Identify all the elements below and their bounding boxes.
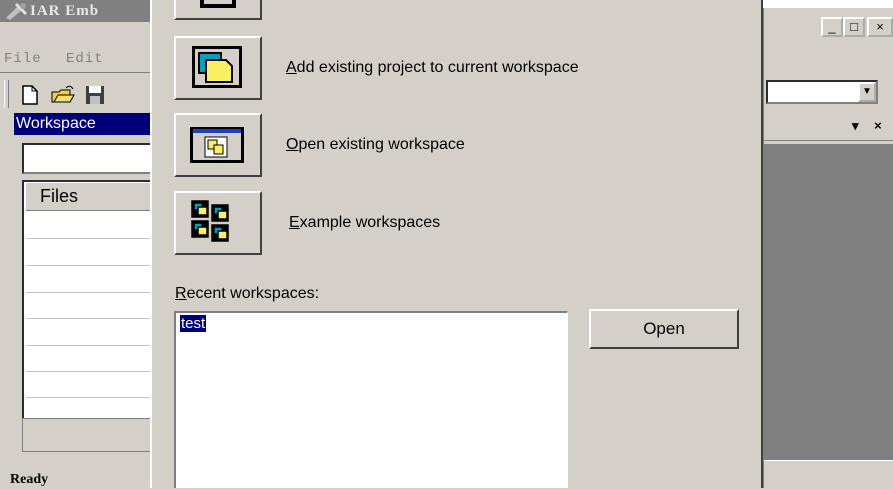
file-row-line <box>26 238 156 239</box>
recent-workspaces-list[interactable] <box>174 311 568 488</box>
open-workspace-label[interactable]: Open existing workspace <box>286 136 465 154</box>
add-project-label[interactable]: Add existing project to current workspac… <box>286 59 579 77</box>
open-workspace-button[interactable] <box>174 113 262 177</box>
file-row-line <box>26 345 156 346</box>
minimize-button[interactable]: _ <box>821 17 843 37</box>
example-workspaces-label[interactable]: Example workspaces <box>289 214 440 232</box>
example-workspaces-icon <box>191 200 229 242</box>
maximize-button[interactable]: □ <box>843 17 865 37</box>
recent-workspace-item[interactable]: test <box>178 314 208 333</box>
add-project-button[interactable] <box>174 36 262 100</box>
add-project-icon <box>192 46 242 88</box>
status-bar-text: Ready <box>10 472 49 487</box>
menu-edit[interactable]: Edit <box>66 51 104 67</box>
workspace-config-combo[interactable] <box>22 143 162 174</box>
workspace-pane-header: Workspace <box>14 113 156 135</box>
menu-file[interactable]: File <box>4 51 42 67</box>
new-file-icon[interactable] <box>20 84 40 106</box>
file-row-line <box>26 318 156 319</box>
open-workspace-icon <box>190 127 244 163</box>
ide-menubar-gap <box>0 22 150 48</box>
file-row-line <box>26 371 156 372</box>
save-icon[interactable] <box>84 84 106 106</box>
toolbar-grip <box>4 80 9 108</box>
close-button[interactable]: × <box>867 17 893 37</box>
ide-title-text: IAR Emb <box>30 3 100 19</box>
file-row-line <box>26 265 156 266</box>
menubar-divider <box>0 72 150 73</box>
create-project-button[interactable] <box>174 0 262 20</box>
recent-workspaces-label: Recent workspaces: <box>175 285 320 302</box>
editor-area <box>764 144 893 460</box>
chevron-down-icon[interactable]: ▼ <box>858 82 876 102</box>
workspace-files-panel <box>22 180 162 452</box>
files-horizontal-scrollbar[interactable] <box>22 418 162 452</box>
open-button[interactable]: Open <box>589 309 739 349</box>
example-workspaces-button[interactable] <box>174 191 262 255</box>
open-folder-icon[interactable] <box>50 84 76 106</box>
ide-right-status <box>764 460 893 489</box>
iar-app-icon <box>4 2 28 20</box>
ide-right-top-strip <box>763 0 893 8</box>
file-row-line <box>26 397 156 398</box>
pane-controls[interactable]: ▾ × <box>852 118 888 134</box>
file-row-line <box>26 292 156 293</box>
